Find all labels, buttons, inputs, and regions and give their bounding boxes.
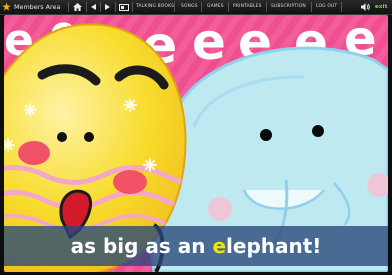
divider [228, 2, 229, 12]
home-icon[interactable] [72, 2, 82, 12]
divider [311, 2, 312, 12]
nav-songs[interactable]: SONGS [181, 4, 198, 9]
nav-talking-books[interactable]: TALKING BOOKS [136, 4, 174, 9]
previous-icon[interactable] [89, 2, 97, 12]
exit-button[interactable]: exit [375, 4, 388, 10]
caption-before: as big as an [70, 234, 213, 258]
next-icon[interactable] [103, 2, 111, 12]
egg-eye [84, 132, 94, 142]
divider [266, 2, 267, 12]
nav-games[interactable]: GAMES [207, 4, 224, 9]
svg-text:e: e [192, 15, 226, 71]
app-window: Members Area TALKING BOOKS SONGS GAMES P… [0, 0, 392, 275]
sound-icon[interactable] [360, 2, 370, 12]
divider [132, 2, 133, 12]
nav-printables[interactable]: PRINTABLES [233, 4, 262, 9]
elephant-eye [260, 129, 272, 141]
top-toolbar: Members Area TALKING BOOKS SONGS GAMES P… [0, 0, 392, 15]
caption-after: lephant! [226, 234, 322, 258]
star-logo-icon [2, 2, 11, 11]
caption-highlight: e [212, 234, 227, 258]
nav-log-out[interactable]: LOG OUT [316, 4, 337, 9]
fullscreen-icon[interactable] [118, 2, 129, 12]
story-caption: as big as an elephant! [4, 226, 388, 266]
divider [86, 2, 87, 12]
caption-text: as big as an elephant! [71, 234, 322, 258]
app-title: Members Area [14, 3, 61, 11]
divider [201, 2, 202, 12]
brand: Members Area [2, 2, 60, 12]
divider [68, 2, 69, 12]
divider [100, 2, 101, 12]
divider [174, 2, 175, 12]
elephant-eye [312, 125, 324, 137]
nav-subscription[interactable]: SUBSCRIPTION [271, 4, 306, 9]
divider [115, 2, 116, 12]
divider [341, 2, 342, 12]
egg-eye [57, 132, 67, 142]
